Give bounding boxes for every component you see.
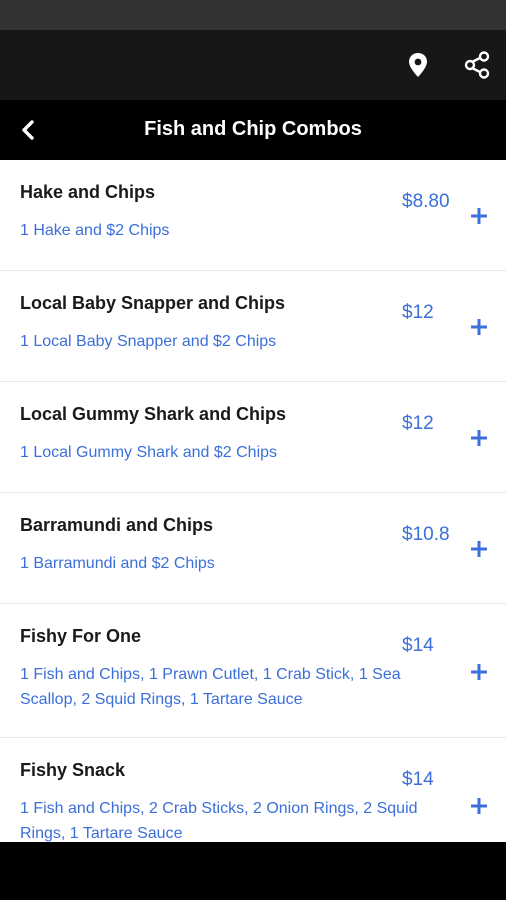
add-item-button[interactable] — [466, 659, 492, 685]
list-item[interactable]: Local Gummy Shark and Chips 1 Local Gumm… — [0, 382, 506, 493]
item-price: $14 — [402, 635, 434, 656]
status-bar — [0, 0, 506, 30]
item-name: Local Gummy Shark and Chips — [20, 404, 287, 424]
item-description: 1 Hake and $2 Chips — [20, 222, 170, 239]
list-item[interactable]: Local Baby Snapper and Chips 1 Local Bab… — [0, 271, 506, 382]
item-description: 1 Fish and Chips, 2 Crab Sticks, 2 Onion… — [20, 800, 418, 842]
list-item[interactable]: Fishy Snack 1 Fish and Chips, 2 Crab Sti… — [0, 738, 506, 842]
item-name: Barramundi and Chips — [20, 515, 214, 535]
item-description: 1 Fish and Chips, 1 Prawn Cutlet, 1 Crab… — [20, 666, 401, 708]
menu-list: Hake and Chips 1 Hake and $2 Chips $8.80… — [0, 160, 506, 842]
item-price: $12 — [402, 413, 434, 434]
share-icon[interactable] — [459, 47, 495, 83]
add-item-button[interactable] — [466, 425, 492, 451]
item-name: Local Baby Snapper and Chips — [20, 293, 286, 313]
title-bar: Fish and Chip Combos — [0, 100, 506, 160]
item-name: Hake and Chips — [20, 182, 156, 202]
add-item-button[interactable] — [466, 314, 492, 340]
item-description: 1 Local Baby Snapper and $2 Chips — [20, 333, 277, 350]
plus-icon — [471, 430, 487, 446]
plus-icon — [471, 319, 487, 335]
plus-icon — [471, 541, 487, 557]
add-item-button[interactable] — [466, 536, 492, 562]
list-item[interactable]: Barramundi and Chips 1 Barramundi and $2… — [0, 493, 506, 604]
item-description: 1 Barramundi and $2 Chips — [20, 555, 215, 572]
plus-icon — [471, 798, 487, 814]
map-pin-icon[interactable] — [400, 47, 436, 83]
item-price: $14 — [402, 769, 434, 790]
page-title: Fish and Chip Combos — [144, 118, 362, 140]
item-price: $10.8 — [402, 524, 450, 545]
list-item[interactable]: Hake and Chips 1 Hake and $2 Chips $8.80 — [0, 160, 506, 271]
plus-icon — [471, 208, 487, 224]
list-item[interactable]: Fishy For One 1 Fish and Chips, 1 Prawn … — [0, 604, 506, 738]
bottom-bar — [0, 842, 506, 900]
add-item-button[interactable] — [466, 203, 492, 229]
item-price: $12 — [402, 302, 434, 323]
app-bar — [0, 30, 506, 100]
item-description: 1 Local Gummy Shark and $2 Chips — [20, 444, 278, 461]
item-name: Fishy For One — [20, 626, 142, 646]
plus-icon — [471, 664, 487, 680]
add-item-button[interactable] — [466, 793, 492, 819]
item-price: $8.80 — [402, 191, 450, 212]
item-name: Fishy Snack — [20, 760, 126, 780]
